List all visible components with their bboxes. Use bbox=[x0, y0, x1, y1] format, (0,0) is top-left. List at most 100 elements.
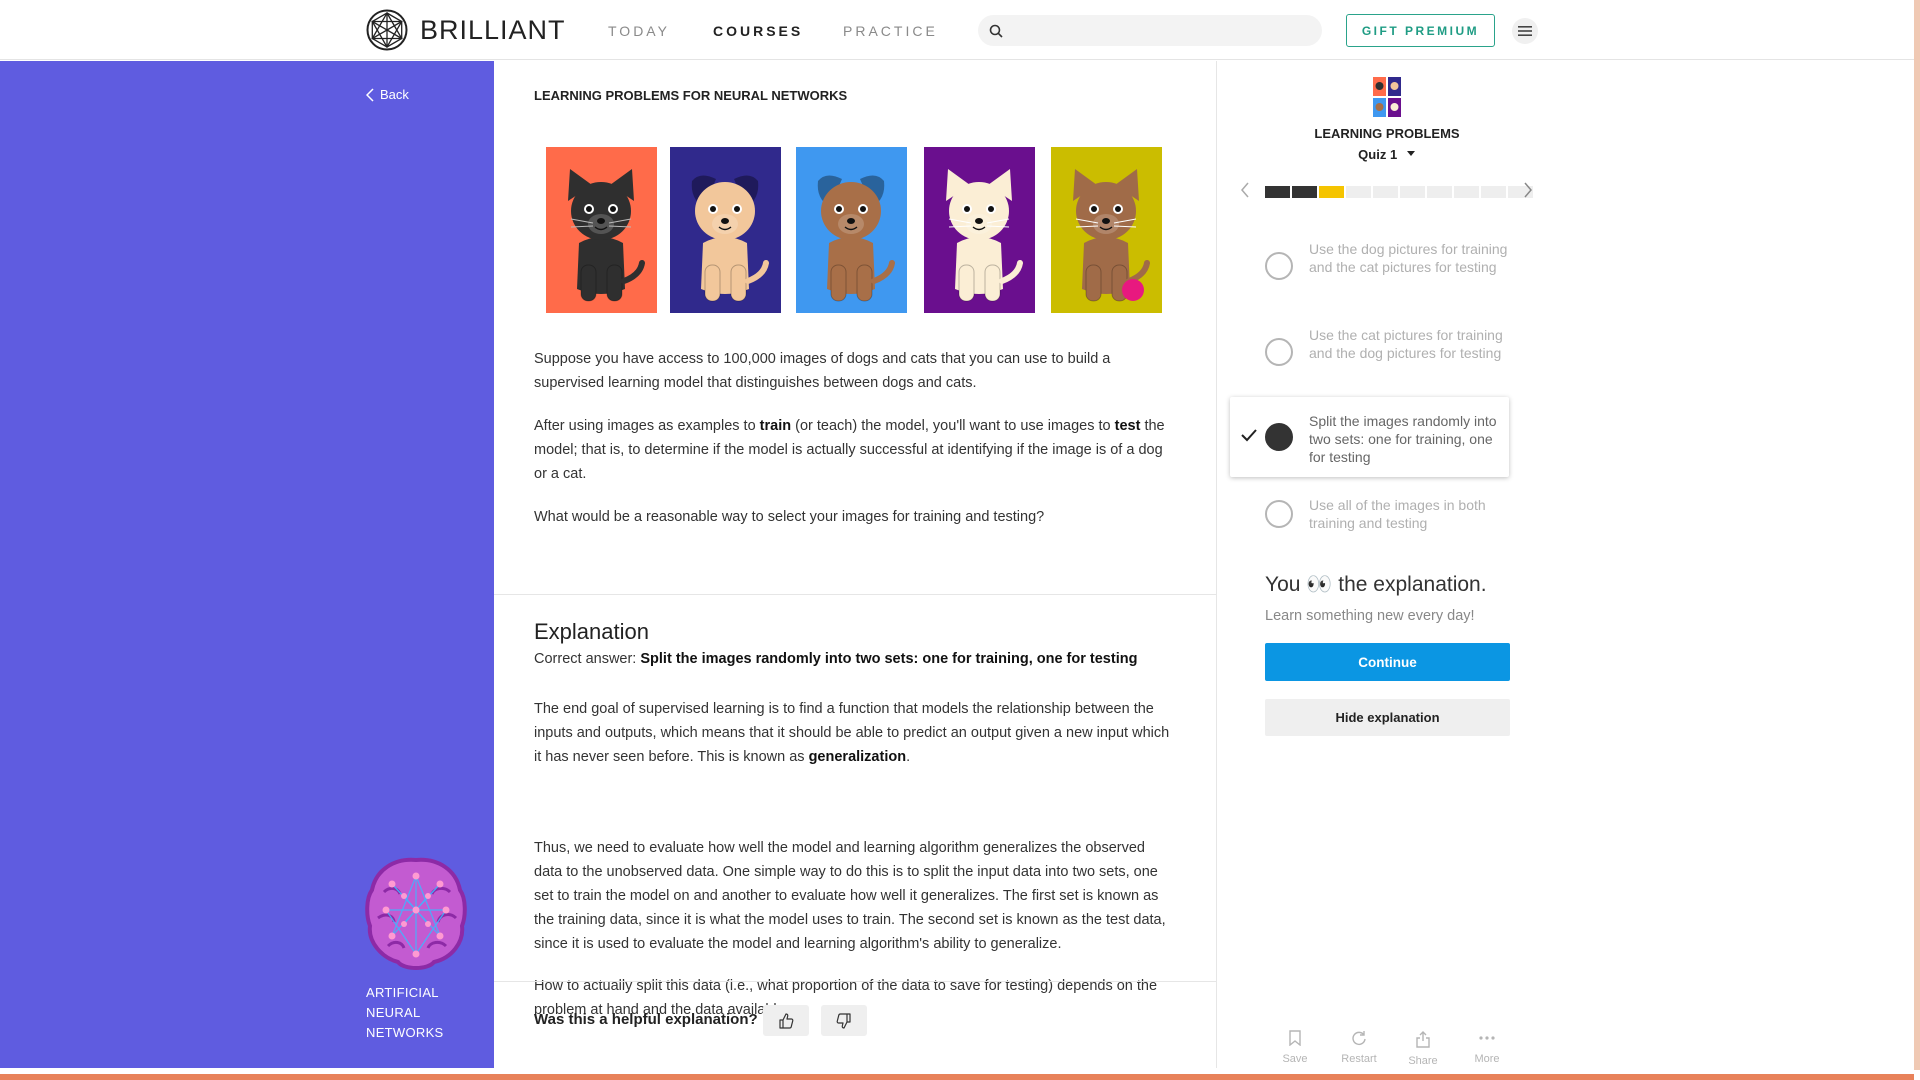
thumbs-down-button[interactable] bbox=[821, 1005, 867, 1036]
search-icon bbox=[989, 24, 1003, 38]
brand-name: BRILLIANT bbox=[420, 14, 566, 45]
emphasis-train: train bbox=[759, 418, 792, 434]
pet-leg bbox=[704, 264, 721, 302]
restart-icon bbox=[1352, 1031, 1366, 1045]
learn-message: Learn something new every day! bbox=[1265, 608, 1475, 624]
quiz-heading: LEARNING PROBLEMS bbox=[1314, 126, 1460, 141]
bookmark-icon bbox=[1289, 1030, 1301, 1047]
pet-nose bbox=[597, 218, 605, 224]
radio-button[interactable] bbox=[1265, 252, 1293, 280]
radio-button[interactable] bbox=[1265, 500, 1293, 528]
pet-pupil bbox=[988, 206, 994, 212]
pet-pupil bbox=[610, 206, 616, 212]
pet-nose bbox=[847, 218, 855, 224]
pet-card-cat bbox=[546, 147, 657, 313]
progress-segment bbox=[1346, 186, 1371, 198]
save-button[interactable]: Save bbox=[1270, 1030, 1320, 1065]
pets-illustration bbox=[546, 147, 1162, 313]
problem-paragraph-1: Suppose you have access to 100,000 image… bbox=[534, 351, 1111, 391]
back-link[interactable]: Back bbox=[366, 87, 409, 102]
progress-segment bbox=[1373, 186, 1398, 198]
nav-practice[interactable]: PRACTICE bbox=[843, 23, 938, 39]
option-label: Use all of the images in both training a… bbox=[1309, 497, 1486, 531]
progress-segment bbox=[1400, 186, 1425, 198]
quiz-option-2[interactable]: Use the cat pictures for training and th… bbox=[1230, 312, 1509, 392]
pet-nose bbox=[721, 218, 729, 224]
course-name[interactable]: ARTIFICIAL NEURAL NETWORKS bbox=[366, 983, 486, 1043]
pet-pupil bbox=[964, 206, 970, 212]
explanation-paragraph-1: The end goal of supervised learning is t… bbox=[534, 697, 1174, 769]
text-run: the explanation. bbox=[1338, 573, 1487, 596]
nav-today[interactable]: TODAY bbox=[608, 23, 670, 39]
progress-segment bbox=[1481, 186, 1506, 198]
pet-leg bbox=[830, 264, 847, 302]
more-label: More bbox=[1474, 1053, 1500, 1065]
nav-courses[interactable]: COURSES bbox=[713, 23, 803, 39]
share-icon bbox=[1416, 1031, 1430, 1048]
thumbs-down-icon bbox=[836, 1012, 851, 1029]
quiz-selector-label: Quiz 1 bbox=[1358, 147, 1398, 162]
continue-button[interactable]: Continue bbox=[1265, 643, 1510, 681]
restart-button[interactable]: Restart bbox=[1334, 1030, 1384, 1065]
emphasis-test: test bbox=[1114, 418, 1141, 434]
emphasis-generalization: generalization bbox=[808, 749, 907, 765]
restart-label: Restart bbox=[1341, 1053, 1377, 1065]
chevron-right-icon[interactable] bbox=[1523, 182, 1533, 198]
explanation-viewed-message: You 👀 the explanation. bbox=[1265, 573, 1487, 597]
brand-logo[interactable]: BRILLIANT bbox=[366, 9, 566, 51]
explanation-heading: Explanation bbox=[534, 619, 649, 644]
neural-brain-icon bbox=[365, 857, 467, 970]
more-icon bbox=[1479, 1036, 1495, 1040]
bottom-accent-line bbox=[0, 1074, 1914, 1080]
thumbs-up-button[interactable] bbox=[763, 1005, 809, 1036]
checkmark-icon bbox=[1241, 429, 1257, 442]
correct-answer-text: Split the images randomly into two sets:… bbox=[640, 651, 1138, 667]
search-input[interactable] bbox=[978, 15, 1322, 46]
caret-down-icon bbox=[1406, 151, 1415, 156]
quiz-option-4[interactable]: Use all of the images in both training a… bbox=[1230, 474, 1509, 554]
quiz-option-3[interactable]: Split the images randomly into two sets:… bbox=[1230, 397, 1509, 477]
pet-leg bbox=[958, 264, 975, 302]
pet-leg bbox=[730, 264, 747, 302]
quiz-selector-dropdown[interactable]: Quiz 1 bbox=[1217, 147, 1557, 162]
scrollbar-thumb[interactable] bbox=[1914, 0, 1920, 1070]
save-label: Save bbox=[1282, 1053, 1308, 1065]
section-divider bbox=[494, 594, 1216, 595]
gift-premium-button[interactable]: GIFT PREMIUM bbox=[1346, 14, 1495, 47]
progress-segment bbox=[1292, 186, 1317, 198]
pet-card-dog bbox=[796, 147, 907, 313]
option-label: Use the cat pictures for training and th… bbox=[1309, 327, 1503, 361]
pet-pupil bbox=[836, 206, 842, 212]
text-run: You bbox=[1265, 573, 1301, 596]
radio-button[interactable] bbox=[1265, 423, 1293, 451]
pet-pupil bbox=[860, 206, 866, 212]
radio-button[interactable] bbox=[1265, 338, 1293, 366]
chevron-left-icon bbox=[366, 87, 374, 102]
hamburger-menu-button[interactable] bbox=[1512, 18, 1538, 44]
option-label: Split the images randomly into two sets:… bbox=[1309, 413, 1497, 465]
top-navigation-bar: BRILLIANT TODAY COURSES PRACTICE GIFT PR… bbox=[0, 0, 1914, 60]
brilliant-logo-icon bbox=[366, 9, 408, 51]
explanation-paragraph-2: Thus, we need to evaluate how well the m… bbox=[534, 840, 1166, 952]
more-button[interactable]: More bbox=[1462, 1030, 1512, 1065]
share-label: Share bbox=[1408, 1055, 1438, 1067]
pet-nose bbox=[975, 218, 983, 224]
quiz-thumbnail-icon bbox=[1373, 77, 1401, 117]
hide-explanation-button[interactable]: Hide explanation bbox=[1265, 699, 1510, 736]
section-divider bbox=[494, 981, 1216, 982]
share-button[interactable]: Share bbox=[1398, 1030, 1448, 1067]
text-run: After using images as examples to bbox=[534, 418, 760, 434]
thumbs-up-icon bbox=[779, 1012, 794, 1029]
pet-card-dog bbox=[670, 147, 781, 313]
chevron-left-icon[interactable] bbox=[1240, 182, 1250, 198]
correct-answer-prefix: Correct answer: bbox=[534, 651, 641, 667]
panel-divider bbox=[1216, 61, 1217, 1068]
pet-pupil bbox=[734, 206, 740, 212]
pet-leg bbox=[580, 264, 597, 302]
quiz-option-1[interactable]: Use the dog pictures for training and th… bbox=[1230, 226, 1509, 306]
pet-card-cat bbox=[1051, 147, 1162, 313]
pet-leg bbox=[856, 264, 873, 302]
problem-title: LEARNING PROBLEMS FOR NEURAL NETWORKS bbox=[534, 88, 848, 103]
pet-pupil bbox=[1115, 206, 1121, 212]
eyes-icon: 👀 bbox=[1306, 573, 1333, 596]
